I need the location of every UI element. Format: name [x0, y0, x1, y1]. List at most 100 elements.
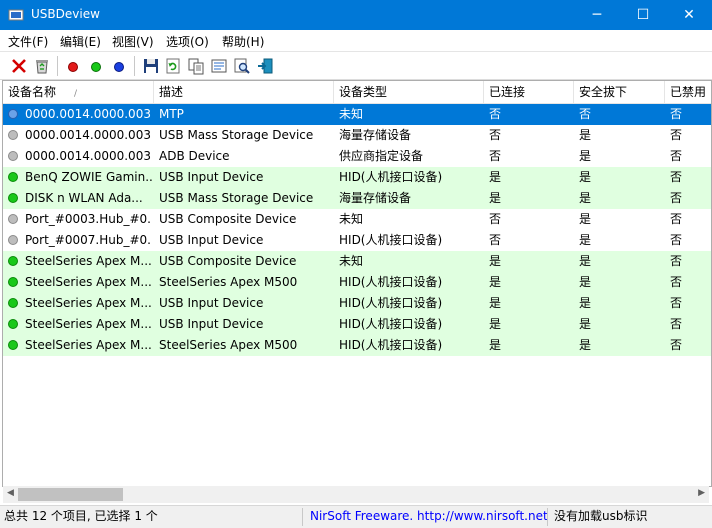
cell-connected: 是	[489, 191, 502, 205]
cell-type: 未知	[339, 212, 364, 226]
refresh-icon[interactable]	[164, 57, 182, 75]
title-bar: USBDeview ─ ☐ ✕	[0, 0, 712, 30]
sort-indicator: /	[74, 89, 78, 99]
nirsoft-link[interactable]: NirSoft Freeware. http://www.nirsoft.net	[310, 506, 548, 527]
cell-name: 0000.0014.0000.003....	[25, 149, 152, 163]
cell-type: HID(人机接口设备)	[339, 317, 443, 331]
menu-options[interactable]: 选项(O)	[166, 33, 209, 50]
column-header-connected[interactable]: 已连接	[484, 81, 574, 103]
green-status-icon	[8, 298, 18, 308]
cell-disabled: 否	[670, 149, 683, 163]
cell-safe: 是	[579, 317, 592, 331]
cell-type: HID(人机接口设备)	[339, 233, 443, 247]
find-icon[interactable]	[233, 57, 251, 75]
menu-view[interactable]: 视图(V)	[112, 33, 154, 50]
scroll-right-icon[interactable]: ▶	[698, 488, 705, 498]
scroll-left-icon[interactable]: ◀	[7, 488, 14, 498]
green-status-icon	[8, 256, 18, 266]
cell-type: 未知	[339, 107, 364, 121]
cell-safe: 是	[579, 275, 592, 289]
menu-file[interactable]: 文件(F)	[8, 33, 48, 50]
cell-desc: SteelSeries Apex M500	[159, 338, 298, 352]
exit-icon[interactable]	[256, 57, 274, 75]
cell-type: HID(人机接口设备)	[339, 296, 443, 310]
toolbar	[0, 51, 712, 80]
cell-disabled: 否	[670, 296, 683, 310]
minimize-button[interactable]: ─	[574, 0, 620, 30]
gray-status-icon	[8, 235, 18, 245]
red-dot-icon[interactable]	[64, 57, 82, 75]
table-row[interactable]: Port_#0007.Hub_#0... USB Input Device HID(…	[3, 230, 711, 251]
table-row[interactable]: 0000.0014.0000.003.... ADB Device 供应商指定设备 否…	[3, 146, 711, 167]
green-status-icon	[8, 277, 18, 287]
cell-desc: USB Mass Storage Device	[159, 128, 314, 142]
cell-desc: USB Input Device	[159, 233, 264, 247]
recycle-icon[interactable]	[33, 57, 51, 75]
scrollbar-thumb[interactable]	[18, 488, 123, 501]
table-row[interactable]: SteelSeries Apex M... SteelSeries Apex M5…	[3, 272, 711, 293]
column-header-device-type[interactable]: 设备类型	[334, 81, 484, 103]
delete-icon[interactable]	[10, 57, 28, 75]
cell-connected: 是	[489, 317, 502, 331]
table-row[interactable]: SteelSeries Apex M... USB Input Device HID…	[3, 293, 711, 314]
table-row[interactable]: 0000.0014.0000.003.... USB Mass Storage D…	[3, 125, 711, 146]
gray-status-icon	[8, 214, 18, 224]
save-icon[interactable]	[142, 57, 160, 75]
column-header-device-name[interactable]: 设备名称 /	[3, 81, 154, 103]
column-header-label: 安全拔下	[579, 85, 628, 99]
cell-connected: 是	[489, 296, 502, 310]
cell-disabled: 否	[670, 254, 683, 268]
close-button[interactable]: ✕	[666, 0, 712, 30]
column-header-label: 已连接	[489, 85, 526, 99]
table-row[interactable]: BenQ ZOWIE Gamin... USB Input Device HID(人…	[3, 167, 711, 188]
table-row[interactable]: SteelSeries Apex M... SteelSeries Apex M5…	[3, 335, 711, 356]
table-row[interactable]: Port_#0003.Hub_#0... USB Composite Device…	[3, 209, 711, 230]
cell-name: SteelSeries Apex M...	[25, 338, 152, 352]
menu-bar: 文件(F) 编辑(E) 视图(V) 选项(O) 帮助(H)	[0, 30, 712, 51]
properties-icon[interactable]	[210, 57, 228, 75]
cell-name: BenQ ZOWIE Gamin...	[25, 170, 152, 184]
toolbar-separator	[57, 56, 58, 76]
copy-icon[interactable]	[187, 57, 205, 75]
cell-desc: SteelSeries Apex M500	[159, 275, 298, 289]
gray-status-icon	[8, 130, 18, 140]
cell-safe: 是	[579, 233, 592, 247]
cell-name: SteelSeries Apex M...	[25, 254, 152, 268]
menu-edit[interactable]: 编辑(E)	[60, 33, 101, 50]
cell-name: SteelSeries Apex M...	[25, 275, 152, 289]
cell-connected: 是	[489, 254, 502, 268]
cell-desc: ADB Device	[159, 149, 230, 163]
table-row[interactable]: SteelSeries Apex M... USB Composite Devic…	[3, 251, 711, 272]
menu-help[interactable]: 帮助(H)	[222, 33, 264, 50]
table-row[interactable]: SteelSeries Apex M... USB Input Device HID…	[3, 314, 711, 335]
column-header-label: 已禁用	[670, 85, 707, 99]
device-list[interactable]: 设备名称 / 描述 设备类型 已连接 安全拔下 已禁用 0000.0014.000…	[2, 80, 712, 487]
list-header: 设备名称 / 描述 设备类型 已连接 安全拔下 已禁用	[3, 81, 711, 104]
column-header-safe-remove[interactable]: 安全拔下	[574, 81, 665, 103]
green-dot-icon[interactable]	[87, 57, 105, 75]
cell-desc: USB Input Device	[159, 317, 264, 331]
cell-connected: 否	[489, 149, 502, 163]
cell-safe: 是	[579, 170, 592, 184]
column-header-disabled[interactable]: 已禁用	[665, 81, 711, 103]
table-row[interactable]: 0000.0014.0000.003.... MTP 未知 否 否 否	[3, 104, 711, 125]
cell-type: 海量存储设备	[339, 128, 412, 142]
cell-safe: 否	[579, 107, 592, 121]
green-status-icon	[8, 172, 18, 182]
gray-status-icon	[8, 151, 18, 161]
cell-desc: USB Composite Device	[159, 254, 297, 268]
column-header-label: 设备类型	[339, 85, 388, 99]
cell-disabled: 否	[670, 317, 683, 331]
cell-type: HID(人机接口设备)	[339, 338, 443, 352]
maximize-button[interactable]: ☐	[620, 0, 666, 30]
horizontal-scrollbar[interactable]: ◀ ▶	[3, 486, 709, 503]
table-row[interactable]: DISK n WLAN Ada... USB Mass Storage Devic…	[3, 188, 711, 209]
status-bar: 总共 12 个项目, 已选择 1 个 NirSoft Freeware. htt…	[0, 505, 712, 528]
green-status-icon	[8, 340, 18, 350]
cell-connected: 是	[489, 170, 502, 184]
cell-safe: 是	[579, 128, 592, 142]
cell-disabled: 否	[670, 275, 683, 289]
blue-dot-icon[interactable]	[110, 57, 128, 75]
status-separator	[302, 508, 303, 526]
column-header-description[interactable]: 描述	[154, 81, 334, 103]
